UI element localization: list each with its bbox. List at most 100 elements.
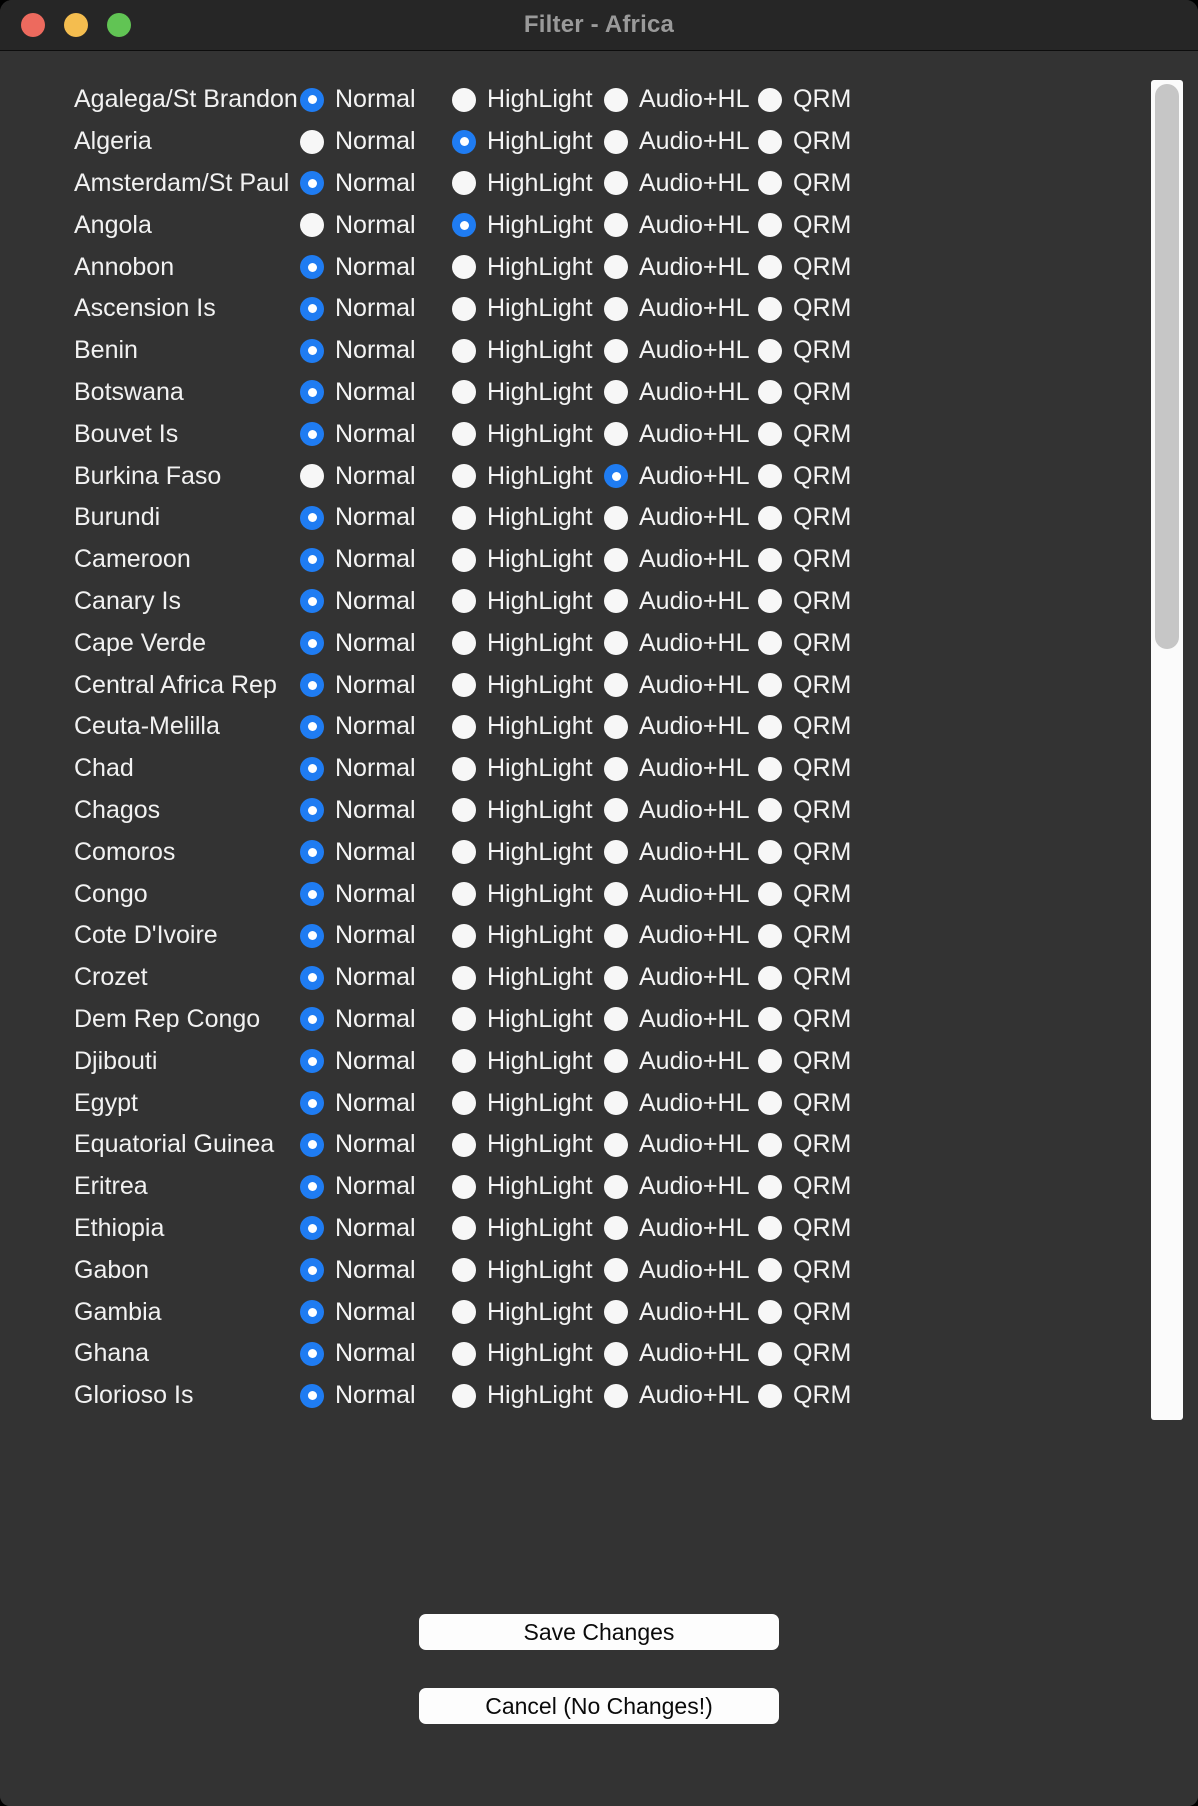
radio-option-normal[interactable]: Normal	[300, 671, 452, 700]
radio-unselected-icon[interactable]	[604, 213, 628, 238]
radio-option-highlight[interactable]: HighLight	[452, 921, 604, 950]
radio-option-audio-hl[interactable]: Audio+HL	[604, 127, 758, 156]
radio-unselected-icon[interactable]	[604, 923, 628, 948]
radio-unselected-icon[interactable]	[452, 338, 476, 363]
radio-unselected-icon[interactable]	[452, 1007, 476, 1032]
radio-selected-icon[interactable]	[300, 1132, 324, 1157]
radio-option-audio-hl[interactable]: Audio+HL	[604, 378, 758, 407]
radio-option-qrm[interactable]: QRM	[758, 880, 878, 909]
radio-unselected-icon[interactable]	[758, 296, 782, 321]
radio-option-audio-hl[interactable]: Audio+HL	[604, 754, 758, 783]
radio-option-highlight[interactable]: HighLight	[452, 629, 604, 658]
radio-option-audio-hl[interactable]: Audio+HL	[604, 85, 758, 114]
radio-option-qrm[interactable]: QRM	[758, 1214, 878, 1243]
radio-option-normal[interactable]: Normal	[300, 921, 452, 950]
radio-option-audio-hl[interactable]: Audio+HL	[604, 294, 758, 323]
radio-option-audio-hl[interactable]: Audio+HL	[604, 462, 758, 491]
save-changes-button[interactable]: Save Changes	[419, 1614, 779, 1650]
radio-option-audio-hl[interactable]: Audio+HL	[604, 1381, 758, 1410]
radio-unselected-icon[interactable]	[758, 798, 782, 823]
radio-option-highlight[interactable]: HighLight	[452, 712, 604, 741]
radio-option-highlight[interactable]: HighLight	[452, 169, 604, 198]
radio-unselected-icon[interactable]	[604, 87, 628, 112]
radio-option-normal[interactable]: Normal	[300, 796, 452, 825]
radio-unselected-icon[interactable]	[452, 1132, 476, 1157]
radio-unselected-icon[interactable]	[452, 589, 476, 614]
radio-option-normal[interactable]: Normal	[300, 1005, 452, 1034]
radio-unselected-icon[interactable]	[758, 380, 782, 405]
radio-selected-icon[interactable]	[300, 255, 324, 280]
radio-option-normal[interactable]: Normal	[300, 253, 452, 282]
radio-unselected-icon[interactable]	[604, 129, 628, 154]
radio-option-highlight[interactable]: HighLight	[452, 754, 604, 783]
radio-option-normal[interactable]: Normal	[300, 420, 452, 449]
radio-selected-icon[interactable]	[300, 1007, 324, 1032]
radio-option-highlight[interactable]: HighLight	[452, 1047, 604, 1076]
radio-selected-icon[interactable]	[300, 171, 324, 196]
radio-unselected-icon[interactable]	[604, 505, 628, 530]
radio-unselected-icon[interactable]	[452, 422, 476, 447]
radio-option-audio-hl[interactable]: Audio+HL	[604, 420, 758, 449]
radio-unselected-icon[interactable]	[452, 1300, 476, 1324]
radio-unselected-icon[interactable]	[452, 882, 476, 907]
radio-selected-icon[interactable]	[300, 87, 324, 112]
radio-unselected-icon[interactable]	[604, 1132, 628, 1157]
radio-unselected-icon[interactable]	[604, 1216, 628, 1241]
radio-option-audio-hl[interactable]: Audio+HL	[604, 1047, 758, 1076]
radio-unselected-icon[interactable]	[758, 213, 782, 238]
radio-selected-icon[interactable]	[300, 1216, 324, 1241]
radio-unselected-icon[interactable]	[758, 1258, 782, 1283]
radio-selected-icon[interactable]	[300, 1383, 324, 1408]
radio-unselected-icon[interactable]	[604, 840, 628, 865]
radio-unselected-icon[interactable]	[452, 547, 476, 572]
radio-option-qrm[interactable]: QRM	[758, 796, 878, 825]
radio-option-audio-hl[interactable]: Audio+HL	[604, 1172, 758, 1201]
radio-option-highlight[interactable]: HighLight	[452, 336, 604, 365]
radio-option-normal[interactable]: Normal	[300, 545, 452, 574]
radio-option-audio-hl[interactable]: Audio+HL	[604, 921, 758, 950]
radio-option-qrm[interactable]: QRM	[758, 336, 878, 365]
radio-option-audio-hl[interactable]: Audio+HL	[604, 963, 758, 992]
radio-unselected-icon[interactable]	[758, 1341, 782, 1366]
radio-unselected-icon[interactable]	[604, 1049, 628, 1074]
radio-option-qrm[interactable]: QRM	[758, 1381, 878, 1410]
radio-option-qrm[interactable]: QRM	[758, 1089, 878, 1118]
radio-unselected-icon[interactable]	[452, 631, 476, 656]
radio-unselected-icon[interactable]	[604, 1174, 628, 1199]
radio-selected-icon[interactable]	[300, 798, 324, 823]
radio-unselected-icon[interactable]	[758, 840, 782, 865]
radio-unselected-icon[interactable]	[758, 673, 782, 698]
radio-unselected-icon[interactable]	[758, 1007, 782, 1032]
radio-option-audio-hl[interactable]: Audio+HL	[604, 336, 758, 365]
radio-unselected-icon[interactable]	[604, 1091, 628, 1116]
radio-option-highlight[interactable]: HighLight	[452, 503, 604, 532]
radio-selected-icon[interactable]	[300, 1091, 324, 1116]
radio-option-audio-hl[interactable]: Audio+HL	[604, 796, 758, 825]
radio-unselected-icon[interactable]	[604, 631, 628, 656]
radio-unselected-icon[interactable]	[452, 756, 476, 781]
radio-option-highlight[interactable]: HighLight	[452, 671, 604, 700]
radio-option-normal[interactable]: Normal	[300, 1172, 452, 1201]
radio-unselected-icon[interactable]	[604, 1258, 628, 1283]
radio-option-highlight[interactable]: HighLight	[452, 1172, 604, 1201]
radio-option-qrm[interactable]: QRM	[758, 211, 878, 240]
radio-option-audio-hl[interactable]: Audio+HL	[604, 629, 758, 658]
radio-unselected-icon[interactable]	[758, 422, 782, 447]
radio-unselected-icon[interactable]	[758, 631, 782, 656]
radio-unselected-icon[interactable]	[452, 714, 476, 739]
radio-option-audio-hl[interactable]: Audio+HL	[604, 545, 758, 574]
radio-selected-icon[interactable]	[300, 673, 324, 698]
radio-option-qrm[interactable]: QRM	[758, 253, 878, 282]
radio-unselected-icon[interactable]	[452, 923, 476, 948]
radio-option-highlight[interactable]: HighLight	[452, 545, 604, 574]
radio-unselected-icon[interactable]	[452, 87, 476, 112]
radio-unselected-icon[interactable]	[300, 213, 324, 238]
radio-selected-icon[interactable]	[452, 213, 476, 238]
radio-selected-icon[interactable]	[300, 1174, 324, 1199]
radio-unselected-icon[interactable]	[452, 1091, 476, 1116]
radio-unselected-icon[interactable]	[452, 505, 476, 530]
radio-option-audio-hl[interactable]: Audio+HL	[604, 169, 758, 198]
radio-option-highlight[interactable]: HighLight	[452, 127, 604, 156]
radio-option-normal[interactable]: Normal	[300, 1047, 452, 1076]
radio-selected-icon[interactable]	[300, 296, 324, 321]
